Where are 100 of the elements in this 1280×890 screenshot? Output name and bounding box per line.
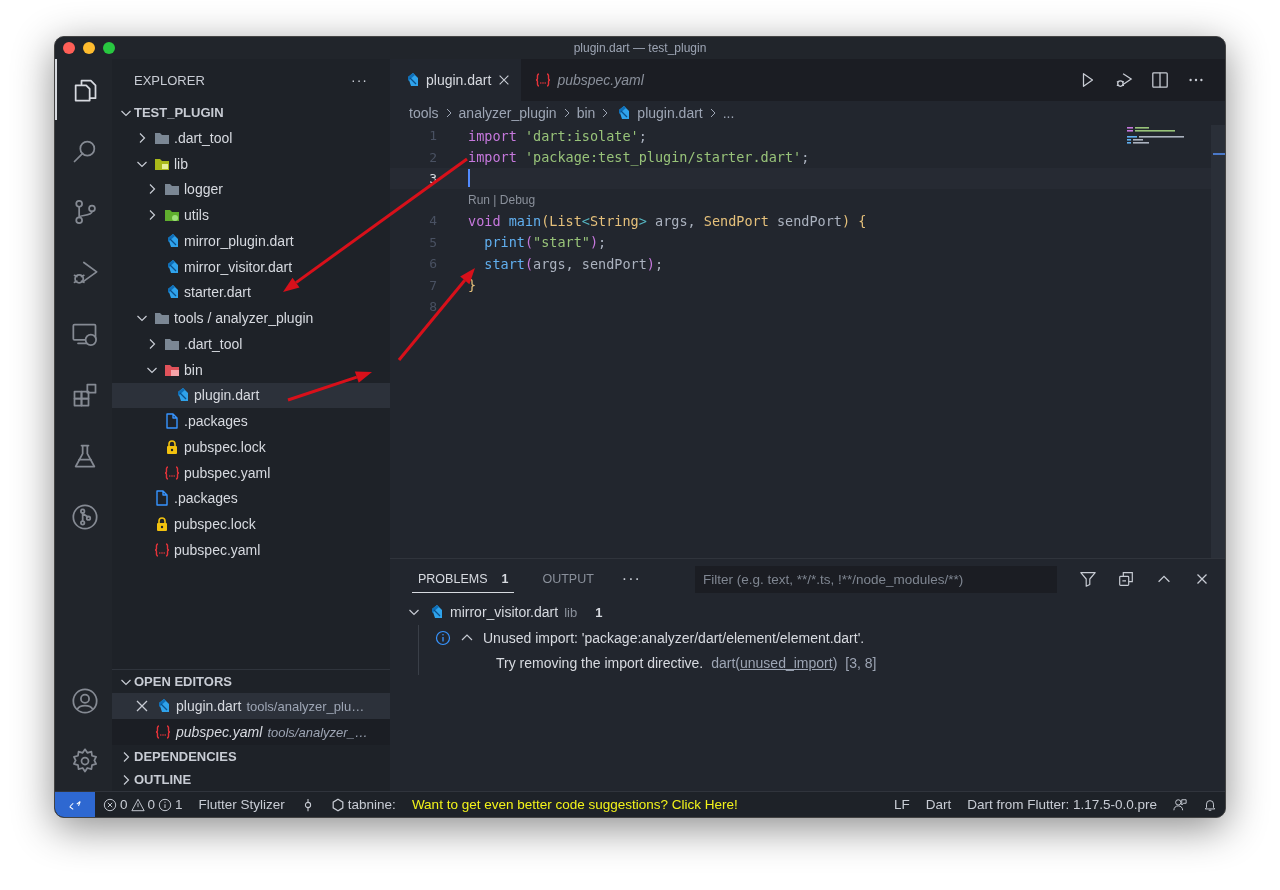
tree-item[interactable]: utils xyxy=(112,202,390,228)
tree-item[interactable]: pubspec.yaml xyxy=(112,537,390,563)
panel-tab[interactable]: OUTPUT xyxy=(536,565,600,593)
tree-item[interactable]: pubspec.yaml xyxy=(112,459,390,486)
file-name: .dart_tool xyxy=(184,335,243,352)
debug-run-icon[interactable] xyxy=(1115,71,1133,89)
tree-item[interactable]: pubspec.lock xyxy=(112,511,390,537)
breadcrumb[interactable]: tools xyxy=(409,105,439,121)
hexagon-icon xyxy=(330,797,345,812)
code-lens[interactable]: Run | Debug xyxy=(468,192,536,207)
tree-item[interactable]: bin xyxy=(112,356,390,383)
tabnine-status[interactable]: tabnine: xyxy=(322,797,404,812)
open-editor-item[interactable]: pubspec.yaml tools/analyzer_… xyxy=(112,719,390,745)
split-editor-icon[interactable] xyxy=(1151,71,1169,89)
status-item[interactable]: Dart xyxy=(917,797,960,812)
tree-item[interactable]: logger xyxy=(112,176,390,203)
file-name: pubspec.yaml xyxy=(176,724,263,740)
warning-icon xyxy=(130,797,145,812)
filter-field[interactable]: Filter (e.g. text, **/*.ts, !**/node_modules/**) xyxy=(695,565,1057,593)
tree-item[interactable]: tools / analyzer_plugin xyxy=(112,305,390,331)
open-editor-item[interactable]: plugin.dart tools/analyzer_plu… xyxy=(112,693,390,719)
file-name: bin xyxy=(184,361,203,378)
file-name: logger xyxy=(184,181,223,198)
document-icon xyxy=(164,413,180,430)
feedback-icon[interactable] xyxy=(1173,797,1187,812)
file-name: .packages xyxy=(174,490,238,507)
tree-item[interactable]: .dart_tool xyxy=(112,125,390,151)
lock-icon xyxy=(154,516,170,533)
file-name: .dart_tool xyxy=(174,129,233,146)
settings-icon[interactable] xyxy=(70,747,99,775)
tree-item[interactable]: starter.dart xyxy=(112,279,390,306)
file-name: plugin.dart xyxy=(176,698,242,714)
file-name: mirror_visitor.dart xyxy=(184,258,293,275)
file-name: mirror_visitor.dart xyxy=(450,604,559,620)
tree-item[interactable]: mirror_visitor.dart xyxy=(112,253,390,280)
section-header[interactable]: DEPENDENCIES xyxy=(112,745,390,768)
rule-link[interactable]: unused_import xyxy=(740,654,833,671)
status-link[interactable]: Want to get even better code suggestions? Click Here! xyxy=(403,797,746,812)
close-window-button[interactable] xyxy=(63,42,75,54)
code-line: import 'package:test_plugin/starter.dart'; xyxy=(467,149,810,166)
file-name: pubspec.yaml xyxy=(174,541,261,558)
file-path: tools/analyzer_… xyxy=(267,724,368,740)
panel-tab[interactable]: PROBLEMS 1 xyxy=(412,565,515,593)
editor-tab[interactable]: plugin.dart xyxy=(390,59,522,101)
sidebar-title: EXPLORER xyxy=(134,72,205,88)
problem-row[interactable]: Unused import: 'package:analyzer/dart/element/element.dart'. xyxy=(418,625,1225,650)
tree-item[interactable]: pubspec.lock xyxy=(112,434,390,460)
file-name: lib xyxy=(174,155,188,172)
breadcrumb[interactable]: ... xyxy=(722,105,735,121)
problems-status[interactable]: 0 0 1 xyxy=(95,797,191,812)
file-name: .packages xyxy=(184,413,248,430)
zoom-window-button[interactable] xyxy=(103,42,115,54)
tree-item[interactable]: .packages xyxy=(112,485,390,512)
folder-icon xyxy=(164,207,180,224)
tree-item[interactable]: .packages xyxy=(112,408,390,434)
status-item[interactable]: LF xyxy=(885,797,918,812)
info-count: 1 xyxy=(175,797,183,812)
scrollbar[interactable] xyxy=(1211,125,1225,558)
window-title: plugin.dart — test_plugin xyxy=(573,41,707,55)
section-header[interactable]: TEST_PLUGIN xyxy=(112,101,390,124)
bell-icon[interactable] xyxy=(1203,797,1217,812)
more-actions-button[interactable]: ··· xyxy=(351,72,368,88)
tree-item[interactable]: plugin.dart xyxy=(112,382,390,409)
braces-icon xyxy=(155,724,171,740)
folder-icon xyxy=(154,310,170,327)
file-name: tools / analyzer_plugin xyxy=(174,310,314,327)
file-name: utils xyxy=(184,207,209,224)
tree-item[interactable]: mirror_plugin.dart xyxy=(112,228,390,254)
breadcrumb[interactable]: plugin.dart xyxy=(637,105,703,121)
file-name: pubspec.lock xyxy=(184,438,266,455)
breadcrumb[interactable]: bin xyxy=(576,105,596,121)
braces-icon xyxy=(535,72,552,88)
collapse-all-icon[interactable] xyxy=(1117,570,1135,588)
git-graph-icon[interactable] xyxy=(70,502,99,531)
status-item[interactable]: Dart from Flutter: 1.17.5-0.0.pre xyxy=(959,797,1165,812)
account-icon[interactable] xyxy=(70,687,99,715)
section-title: DEPENDENCIES xyxy=(134,749,237,764)
lock-icon xyxy=(164,438,180,455)
breadcrumb[interactable]: analyzer_plugin xyxy=(458,105,557,121)
problem-location: [3, 8] xyxy=(845,654,877,671)
file-name: plugin.dart xyxy=(194,387,260,404)
problem-source: dart(unused_import) xyxy=(711,654,838,671)
folder-icon xyxy=(164,181,180,198)
info-icon xyxy=(435,629,451,646)
status-item[interactable]: Flutter Stylizer xyxy=(190,797,293,812)
problem-file-row[interactable]: mirror_visitor.dart lib 1 xyxy=(390,599,1225,625)
section-title: TEST_PLUGIN xyxy=(134,105,224,120)
file-name: mirror_plugin.dart xyxy=(184,232,294,249)
document-icon xyxy=(154,490,170,507)
text-cursor xyxy=(468,169,470,188)
minimize-window-button[interactable] xyxy=(83,42,95,54)
tree-item[interactable]: lib xyxy=(112,150,390,177)
remote-button[interactable] xyxy=(55,792,95,817)
tree-item[interactable]: .dart_tool xyxy=(112,331,390,357)
more-actions-button[interactable]: ··· xyxy=(621,570,641,588)
close-icon[interactable] xyxy=(134,698,150,714)
section-header[interactable]: OUTLINE xyxy=(112,768,390,791)
filter-icon[interactable] xyxy=(1079,570,1097,588)
folder-name: lib xyxy=(564,604,578,620)
problem-detail: Try removing the import directive. xyxy=(496,654,704,671)
